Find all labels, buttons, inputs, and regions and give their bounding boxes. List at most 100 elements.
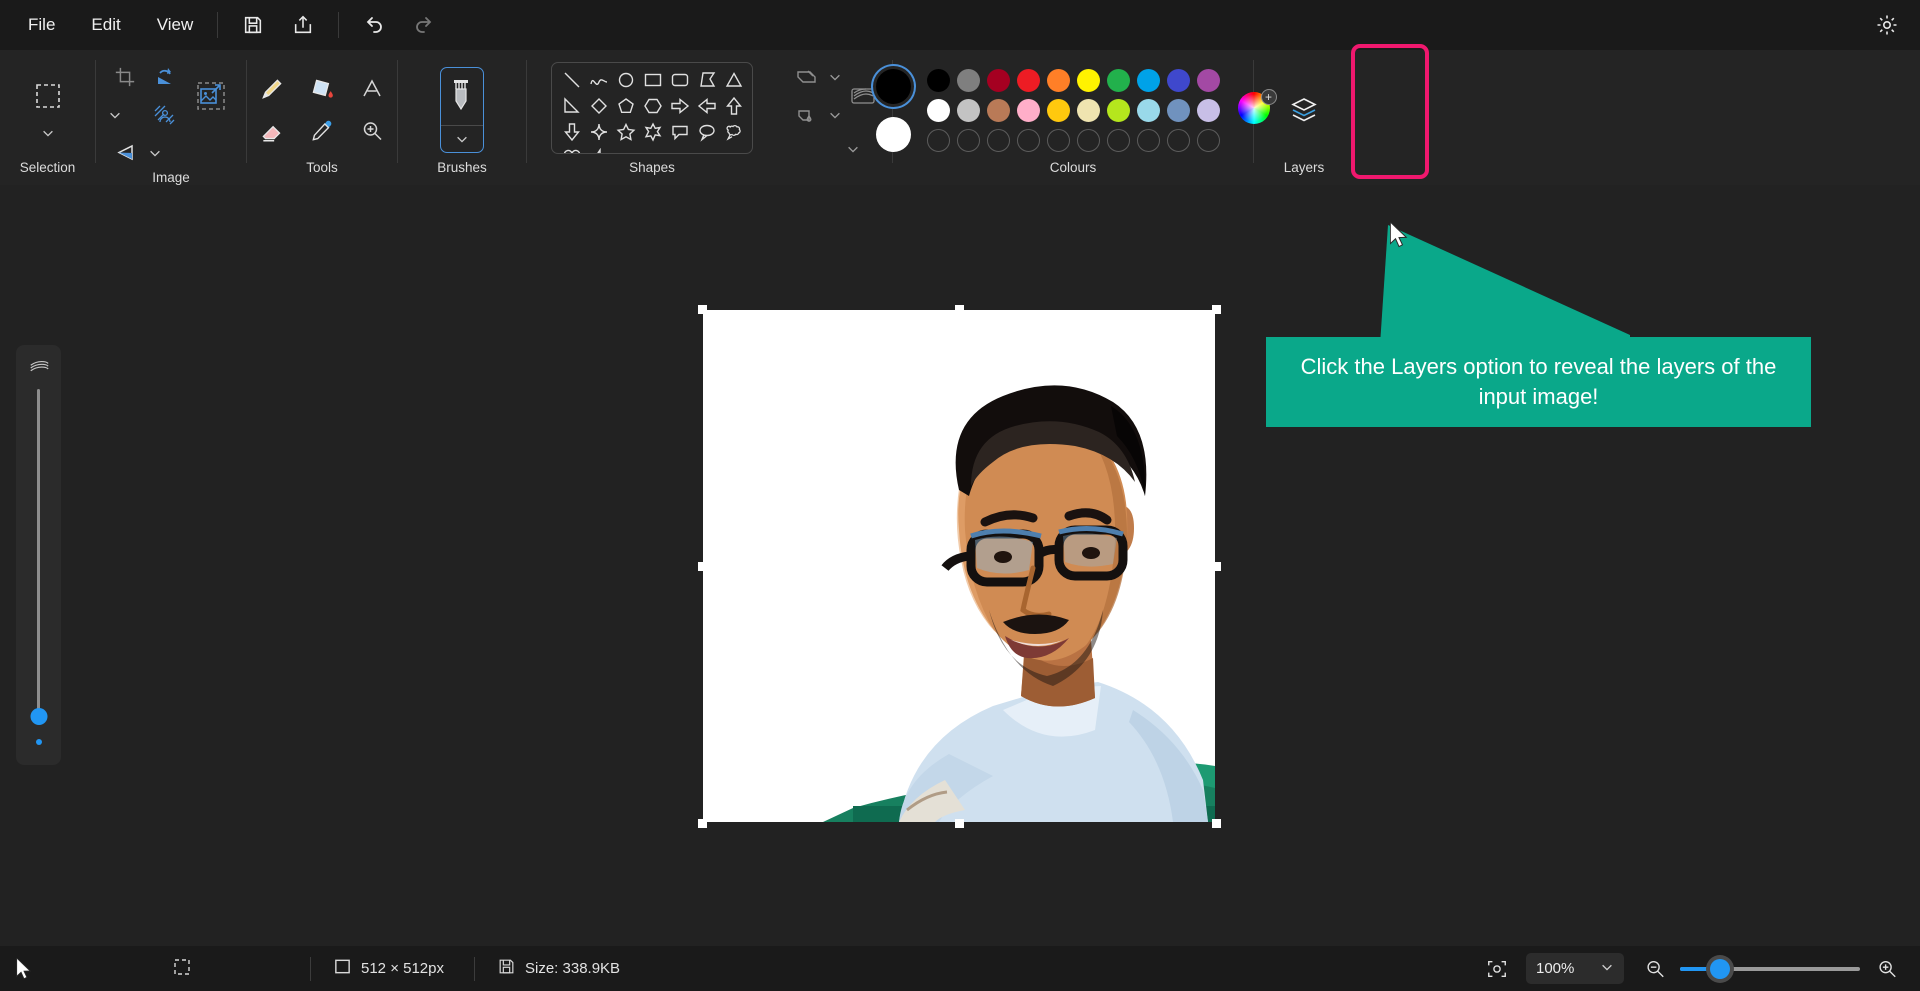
brush-size-slider[interactable]	[16, 345, 61, 765]
shape-pentagon-icon[interactable]	[616, 96, 636, 121]
colour-swatch[interactable]	[1077, 98, 1100, 122]
image-selection-frame[interactable]	[698, 305, 1221, 828]
colour-swatch-empty[interactable]	[957, 128, 980, 152]
save-icon[interactable]	[236, 8, 270, 42]
zoom-slider-thumb[interactable]	[1710, 958, 1730, 979]
colour-swatch[interactable]	[1167, 98, 1190, 122]
colour-swatch-empty[interactable]	[927, 128, 950, 152]
shape-hexagon-icon[interactable]	[643, 96, 663, 121]
colour-swatch[interactable]	[1017, 98, 1040, 122]
selection-dropdown-chevron-down-icon[interactable]	[39, 120, 57, 146]
zoom-in-icon[interactable]	[1876, 958, 1898, 980]
shape-right-triangle-icon[interactable]	[562, 96, 582, 121]
background-removal-icon[interactable]	[146, 98, 184, 132]
secondary-colour-swatch[interactable]	[875, 116, 911, 152]
shape-fill-dropdown-chevron-down-icon[interactable]	[826, 102, 844, 128]
colour-swatch-empty[interactable]	[1017, 128, 1040, 152]
shape-triangle-icon[interactable]	[724, 70, 744, 95]
selection-handle-bottom-left[interactable]	[698, 819, 707, 828]
colour-swatch[interactable]	[987, 98, 1010, 122]
brush-size-track[interactable]	[30, 389, 47, 745]
layers-icon[interactable]	[1282, 88, 1326, 132]
shape-right-arrow-icon[interactable]	[670, 96, 690, 121]
colour-swatch[interactable]	[1137, 68, 1160, 92]
colour-swatch[interactable]	[927, 68, 950, 92]
pencil-icon[interactable]	[253, 72, 291, 106]
flip-icon[interactable]	[106, 136, 144, 170]
shape-cloud-callout-icon[interactable]	[724, 122, 744, 147]
colour-swatch-empty[interactable]	[1197, 128, 1220, 152]
brush-selector[interactable]	[440, 67, 484, 153]
shape-outline-dropdown-chevron-down-icon[interactable]	[826, 64, 844, 90]
colour-picker-icon[interactable]	[303, 114, 341, 148]
shape-heart-icon[interactable]	[562, 148, 582, 153]
colour-swatch-empty[interactable]	[1167, 128, 1190, 152]
colour-swatch[interactable]	[1077, 68, 1100, 92]
rectangular-select-icon[interactable]	[26, 74, 70, 118]
brushes-dropdown-chevron-down-icon[interactable]	[441, 126, 483, 152]
menu-edit[interactable]: Edit	[77, 9, 134, 41]
colour-swatch[interactable]	[987, 68, 1010, 92]
colour-swatch[interactable]	[1197, 68, 1220, 92]
selection-handle-bottom-right[interactable]	[1212, 819, 1221, 828]
zoom-out-icon[interactable]	[1644, 958, 1666, 980]
colour-swatch[interactable]	[927, 98, 950, 122]
image-canvas[interactable]	[703, 310, 1215, 822]
line-thickness-dropdown-chevron-down-icon[interactable]	[844, 136, 862, 162]
shape-polygon-icon[interactable]	[697, 70, 717, 95]
shape-four-point-star-icon[interactable]	[589, 122, 609, 147]
gear-icon[interactable]	[1870, 8, 1904, 42]
brush-size-thumb[interactable]	[30, 708, 47, 725]
shape-left-arrow-icon[interactable]	[697, 96, 717, 121]
zoom-slider[interactable]	[1680, 958, 1860, 979]
selection-handle-top-right[interactable]	[1212, 305, 1221, 314]
shape-fill-icon[interactable]	[788, 98, 826, 132]
shape-oval-callout-icon[interactable]	[697, 122, 717, 147]
shape-lightning-icon[interactable]	[589, 147, 609, 153]
canvas-area[interactable]	[0, 185, 1920, 946]
shape-down-arrow-icon[interactable]	[562, 122, 582, 147]
magnifier-icon[interactable]	[353, 114, 391, 148]
selection-handle-top-left[interactable]	[698, 305, 707, 314]
selection-handle-middle-right[interactable]	[1212, 562, 1221, 571]
resize-image-icon[interactable]	[186, 80, 236, 112]
flip-dropdown-chevron-down-icon[interactable]	[146, 140, 164, 166]
colour-swatch[interactable]	[1167, 68, 1190, 92]
zoom-chevron-down-icon[interactable]	[1600, 960, 1614, 978]
brush-icon[interactable]	[441, 68, 483, 125]
shape-outline-icon[interactable]	[788, 60, 826, 94]
selection-handle-middle-left[interactable]	[698, 562, 707, 571]
shapes-gallery[interactable]	[551, 62, 753, 154]
eraser-icon[interactable]	[253, 114, 291, 148]
colour-swatch[interactable]	[1197, 98, 1220, 122]
text-icon[interactable]	[353, 72, 391, 106]
shape-up-arrow-icon[interactable]	[724, 96, 744, 121]
colour-swatch[interactable]	[1107, 68, 1130, 92]
zoom-level-select[interactable]: 100%	[1526, 953, 1624, 984]
shape-six-point-star-icon[interactable]	[643, 121, 663, 147]
redo-icon[interactable]	[407, 8, 441, 42]
fill-bucket-icon[interactable]	[303, 72, 341, 106]
shape-curve-icon[interactable]	[589, 70, 609, 95]
colour-swatch-empty[interactable]	[1047, 128, 1070, 152]
colour-swatch-empty[interactable]	[1077, 128, 1100, 152]
fit-to-screen-button[interactable]	[1486, 958, 1508, 980]
colour-swatch[interactable]	[957, 68, 980, 92]
share-icon[interactable]	[286, 8, 320, 42]
selection-handle-bottom-center[interactable]	[955, 819, 964, 828]
colour-swatch[interactable]	[1047, 98, 1070, 122]
selection-handle-top-center[interactable]	[955, 305, 964, 314]
colour-swatch[interactable]	[1137, 98, 1160, 122]
colour-swatch[interactable]	[1047, 68, 1070, 92]
menu-file[interactable]: File	[14, 9, 69, 41]
shape-rectangle-icon[interactable]	[643, 70, 663, 95]
colour-swatch[interactable]	[1107, 98, 1130, 122]
undo-icon[interactable]	[357, 8, 391, 42]
colour-swatch-empty[interactable]	[987, 128, 1010, 152]
colour-swatch-empty[interactable]	[1137, 128, 1160, 152]
crop-icon[interactable]	[106, 60, 144, 94]
menu-view[interactable]: View	[143, 9, 208, 41]
colour-swatch-empty[interactable]	[1107, 128, 1130, 152]
group-layers[interactable]: Layers	[1254, 50, 1354, 185]
shape-oval-icon[interactable]	[616, 70, 636, 95]
